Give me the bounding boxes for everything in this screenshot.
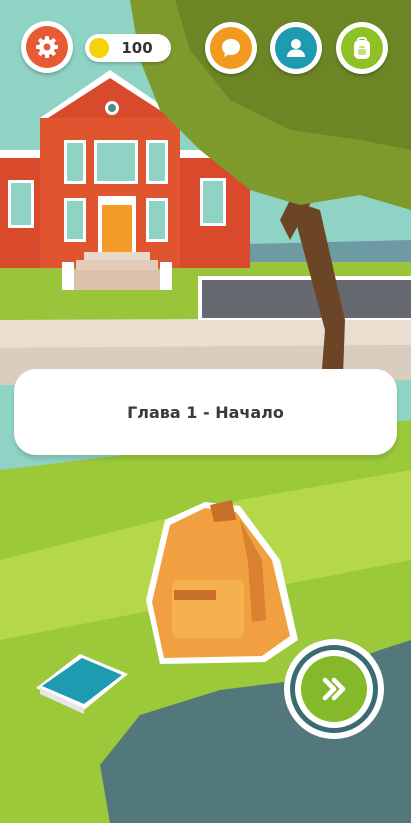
settings-button-face xyxy=(26,26,68,68)
chat-button[interactable] xyxy=(205,22,257,74)
coin-count: 100 xyxy=(121,39,153,57)
speech-bubble-icon xyxy=(222,39,240,57)
gear-icon xyxy=(36,36,58,58)
settings-button[interactable] xyxy=(21,21,73,73)
double-chevron-right-icon xyxy=(322,677,346,701)
coin-counter: 100 xyxy=(85,34,171,62)
chapter-dialog: Глава 1 - Начало xyxy=(14,369,397,455)
next-button[interactable] xyxy=(284,639,384,739)
coin-icon xyxy=(89,38,109,58)
profile-button[interactable] xyxy=(270,22,322,74)
profile-button-face xyxy=(275,27,317,69)
chat-button-face xyxy=(210,27,252,69)
next-button-ring xyxy=(290,645,378,733)
user-icon xyxy=(287,39,305,57)
sidewalk xyxy=(0,318,411,348)
next-button-core xyxy=(301,656,367,722)
next-button-inner-ring xyxy=(295,650,373,728)
backpack-icon xyxy=(354,36,370,59)
game-stage: 100 Глава 1 - Начало xyxy=(0,0,411,823)
backpack-button-face xyxy=(341,27,383,69)
chapter-title: Глава 1 - Начало xyxy=(127,402,284,422)
low-wall xyxy=(202,280,411,318)
backpack-button[interactable] xyxy=(336,22,388,74)
